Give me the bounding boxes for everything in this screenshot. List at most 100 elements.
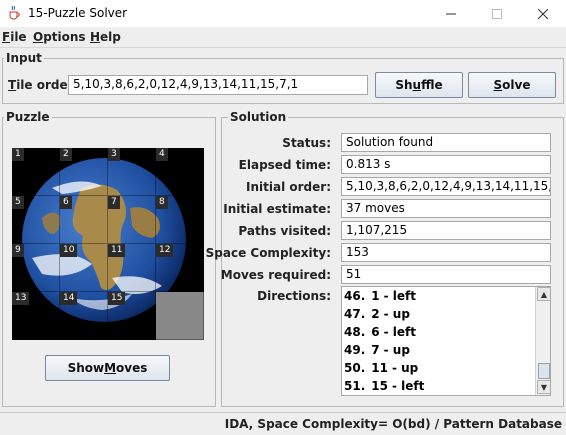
puzzle-tile[interactable]: 3 [108, 148, 156, 196]
paths-visited-field: 1,107,215 [341, 221, 551, 240]
tile-number: 11 [108, 244, 126, 257]
puzzle-tile[interactable]: 8 [156, 196, 204, 244]
direction-tile: 6 [371, 325, 380, 339]
direction-tile: 15 [371, 379, 388, 393]
tile-number: 15 [108, 292, 126, 305]
tile-number: 1 [12, 148, 24, 161]
tile-order-input[interactable]: 5,10,3,8,6,2,0,12,4,9,13,14,11,15,7,1 [68, 75, 368, 95]
direction-item[interactable]: 47. 2- up [344, 307, 410, 321]
elapsed-time-label: Elapsed time: [238, 158, 331, 172]
direction-move: - left [383, 289, 416, 303]
solve-label-post: olve [502, 78, 531, 92]
puzzle-tile[interactable]: 5 [12, 196, 60, 244]
solution-group-title: Solution [228, 110, 289, 124]
shuffle-label-post: ffle [421, 78, 443, 92]
shuffle-label-pre: Sh [395, 78, 413, 92]
direction-move: - up [383, 307, 410, 321]
initial-order-field: 5,10,3,8,6,2,0,12,4,9,13,14,11,15,7,1 [341, 177, 551, 196]
puzzle-tile[interactable]: 10 [60, 244, 108, 292]
direction-item[interactable]: 48. 6- left [344, 325, 416, 339]
status-field: Solution found [341, 133, 551, 152]
directions-scrollbar[interactable]: ▲ ▼ [535, 287, 550, 395]
direction-item[interactable]: 51. 15- left [344, 379, 424, 393]
show-moves-label-post: oves [116, 361, 148, 375]
direction-index: 49. [344, 343, 366, 357]
direction-index: 47. [344, 307, 366, 321]
empty-tile[interactable] [156, 292, 204, 340]
tile-number: 6 [60, 196, 72, 209]
show-moves-label-mnemonic: M [104, 361, 117, 375]
tile-number: 3 [108, 148, 120, 161]
tile-number: 14 [60, 292, 78, 305]
puzzle-tile[interactable]: 15 [108, 292, 156, 340]
shuffle-button[interactable]: Sh u ffle [375, 72, 463, 98]
direction-move: - up [391, 361, 419, 375]
initial-order-label: Initial order: [246, 180, 331, 194]
menu-help[interactable]: Help [90, 30, 121, 44]
menu-help-mnemonic: H [90, 30, 101, 44]
elapsed-time-field: 0.813 s [341, 155, 551, 174]
puzzle-tile[interactable]: 6 [60, 196, 108, 244]
space-complexity-label: Space Complexity: [205, 246, 331, 260]
window-title: 15-Puzzle Solver [28, 6, 128, 20]
space-complexity-field: 153 [341, 243, 551, 262]
status-bar-text: IDA, Space Complexity= O(bd) / Pattern D… [224, 417, 562, 431]
java-cup-icon [6, 5, 22, 21]
puzzle-tile[interactable]: 9 [12, 244, 60, 292]
directions-list[interactable]: 46. 1- left 47. 2- up 48. 6- left 49. 7- up 50. 1… [341, 286, 551, 396]
tile-number: 4 [156, 148, 168, 161]
menu-bar: File Options Help [0, 28, 566, 48]
puzzle-tile[interactable]: 7 [108, 196, 156, 244]
show-moves-button[interactable]: Show Moves [45, 355, 170, 381]
menu-file-mnemonic: F [2, 30, 11, 44]
scroll-up-icon[interactable]: ▲ [537, 287, 550, 301]
direction-move: - left [383, 325, 416, 339]
tile-order-label-mnemonic: T [8, 78, 17, 92]
direction-tile: 7 [371, 343, 380, 357]
direction-index: 48. [344, 325, 366, 339]
maximize-icon[interactable] [474, 0, 520, 28]
puzzle-tile[interactable]: 13 [12, 292, 60, 340]
puzzle-tile[interactable]: 2 [60, 148, 108, 196]
menu-file-label: ile [10, 30, 27, 44]
menu-help-label: elp [100, 30, 121, 44]
initial-estimate-field: 37 moves [341, 199, 551, 218]
solve-label-mnemonic: S [493, 78, 503, 92]
direction-item[interactable]: 50. 11- up [344, 361, 418, 375]
puzzle-tile[interactable]: 12 [156, 244, 204, 292]
menu-options-mnemonic: O [33, 30, 44, 44]
tile-number: 10 [60, 244, 78, 257]
tile-number: 7 [108, 196, 120, 209]
status-label: Status: [282, 136, 331, 150]
moves-required-label: Moves required: [220, 268, 331, 282]
direction-index: 46. [344, 289, 366, 303]
tile-number: 9 [12, 244, 24, 257]
scroll-thumb[interactable] [538, 363, 550, 379]
scroll-down-icon[interactable]: ▼ [537, 380, 550, 394]
menu-options[interactable]: Options [33, 30, 86, 44]
title-bar: 15-Puzzle Solver [0, 0, 566, 28]
puzzle-tile[interactable]: 11 [108, 244, 156, 292]
close-icon[interactable] [520, 0, 566, 28]
minimize-icon[interactable] [428, 0, 474, 28]
direction-move: - up [383, 343, 410, 357]
puzzle-tile[interactable]: 4 [156, 148, 204, 196]
direction-item[interactable]: 46. 1- left [344, 289, 416, 303]
initial-estimate-label: Initial estimate: [223, 202, 331, 216]
direction-tile: 2 [371, 307, 380, 321]
puzzle-board: 1 2 3 4 5 6 7 8 9 10 11 12 13 14 15 [12, 148, 204, 340]
direction-tile: 1 [371, 289, 380, 303]
direction-item[interactable]: 49. 7- up [344, 343, 410, 357]
puzzle-tile[interactable]: 14 [60, 292, 108, 340]
tile-number: 13 [12, 292, 30, 305]
puzzle-tile[interactable]: 1 [12, 148, 60, 196]
menu-options-label: ptions [43, 30, 86, 44]
menu-file[interactable]: File [2, 30, 27, 44]
solve-button[interactable]: Solve [468, 72, 556, 98]
paths-visited-label: Paths visited: [238, 224, 331, 238]
puzzle-group-title: Puzzle [4, 110, 52, 124]
direction-move: - left [391, 379, 425, 393]
directions-label: Directions: [257, 289, 331, 303]
input-group-title: Input [4, 51, 44, 65]
direction-tile: 11 [371, 361, 388, 375]
